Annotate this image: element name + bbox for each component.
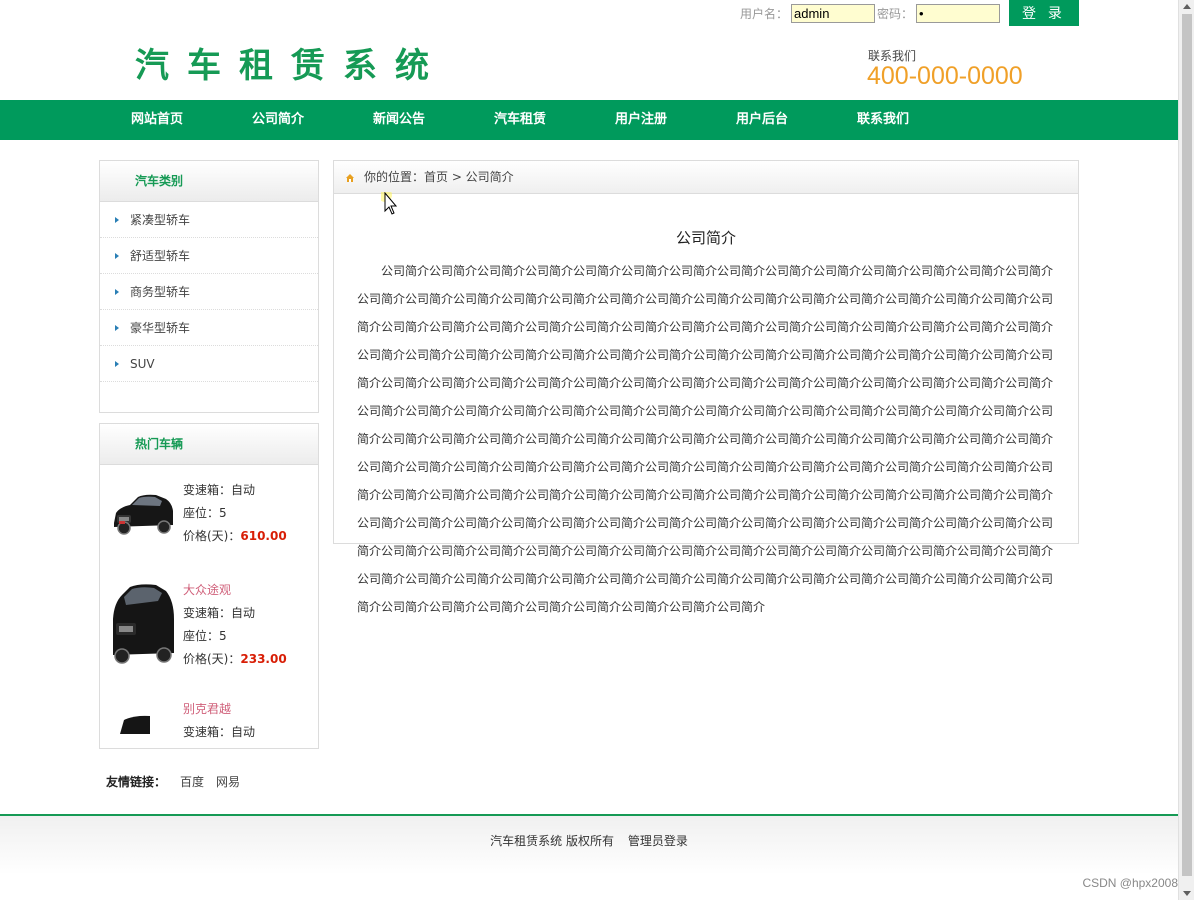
car-seats: 座位：5 [183, 629, 227, 643]
scroll-up-icon[interactable] [1183, 4, 1191, 9]
admin-login-link[interactable]: 管理员登录 [628, 834, 688, 848]
category-label: SUV [130, 357, 155, 371]
category-item[interactable]: SUV [100, 346, 318, 382]
category-box: 汽车类别 紧凑型轿车 舒适型轿车 商务型轿车 豪华型轿车 SUV [99, 160, 319, 413]
friendly-links: 友情链接： 百度 网易 [106, 773, 240, 790]
car-name[interactable]: 别克君越 [183, 700, 231, 717]
login-bar: 用户名： 密码： 登 录 [740, 0, 1079, 26]
scrollbar[interactable] [1178, 0, 1194, 900]
arrow-icon [115, 253, 119, 259]
category-label: 豪华型轿车 [130, 321, 191, 335]
car-gearbox: 变速箱：自动 [183, 725, 256, 739]
car-gearbox: 变速箱：自动 [183, 606, 256, 620]
username-input[interactable] [791, 3, 876, 23]
car-price: 610.00 [240, 529, 287, 543]
nav-item-home[interactable]: 网站首页 [131, 100, 183, 140]
mouse-cursor-icon [381, 192, 397, 215]
category-label: 舒适型轿车 [130, 249, 191, 263]
car-name[interactable]: 大众途观 [183, 581, 231, 598]
arrow-icon [115, 217, 119, 223]
password-label: 密码： [877, 6, 914, 21]
category-item[interactable]: 商务型轿车 [100, 274, 318, 310]
arrow-icon [115, 289, 119, 295]
page-title: 公司简介 [675, 229, 736, 247]
category-item[interactable]: 紧凑型轿车 [100, 202, 318, 238]
home-icon [346, 174, 354, 182]
nav-item-about[interactable]: 公司简介 [252, 100, 304, 140]
category-label: 紧凑型轿车 [130, 213, 191, 227]
car-price: 233.00 [240, 652, 287, 666]
link-baidu[interactable]: 百度 [180, 773, 204, 790]
nav-item-contact[interactable]: 联系我们 [857, 100, 909, 140]
car-price-line: 价格(天)：233.00 [183, 650, 287, 667]
login-button[interactable]: 登 录 [1009, 0, 1079, 26]
breadcrumb-text: 你的位置：首页 > 公司简介 [364, 170, 514, 184]
watermark: CSDN @hpx2008 [1082, 876, 1178, 890]
category-label: 商务型轿车 [130, 285, 191, 299]
page-body: 公司简介公司简介公司简介公司简介公司简介公司简介公司简介公司简介公司简介公司简介… [357, 264, 1054, 614]
contact-phone: 400-000-0000 [867, 62, 1023, 90]
car-gearbox: 变速箱：自动 [183, 483, 256, 497]
footer: 汽车租赁系统 版权所有 管理员登录 [0, 814, 1178, 900]
hot-cars-list: 变速箱：自动 座位：5 价格(天)：610.00 大众途观 变速箱：自动 座位：… [100, 465, 318, 749]
nav-item-rental[interactable]: 汽车租赁 [494, 100, 546, 140]
friendly-links-label: 友情链接： [106, 775, 167, 789]
car-seats: 座位：5 [183, 506, 227, 520]
arrow-icon [115, 325, 119, 331]
category-item[interactable]: 豪华型轿车 [100, 310, 318, 346]
password-input[interactable] [916, 3, 1001, 23]
category-item[interactable]: 舒适型轿车 [100, 238, 318, 274]
scroll-down-icon[interactable] [1183, 891, 1191, 896]
suv-car-image[interactable] [110, 579, 176, 669]
category-title: 汽车类别 [100, 161, 318, 202]
price-label: 价格(天)： [183, 652, 241, 666]
main-nav: 网站首页 公司简介 新闻公告 汽车租赁 用户注册 用户后台 联系我们 [0, 100, 1178, 140]
hot-cars-title: 热门车辆 [100, 424, 318, 465]
site-logo: 汽车租赁系统 [135, 46, 447, 86]
username-label: 用户名： [740, 6, 789, 21]
hot-cars-box: 热门车辆 变速箱：自动 座位：5 价格(天)：610.00 大众途观 变速箱：自… [99, 423, 319, 749]
price-label: 价格(天)： [183, 529, 241, 543]
breadcrumb: 你的位置：首页 > 公司简介 [334, 161, 1078, 194]
nav-item-news[interactable]: 新闻公告 [373, 100, 425, 140]
scroll-thumb[interactable] [1182, 14, 1192, 876]
link-netease[interactable]: 网易 [216, 773, 240, 790]
content-panel: 你的位置：首页 > 公司简介 公司简介 公司简介公司简介公司简介公司简介公司简介… [333, 160, 1079, 614]
car-image[interactable] [110, 714, 176, 734]
nav-item-user-center[interactable]: 用户后台 [736, 100, 788, 140]
nav-item-register[interactable]: 用户注册 [615, 100, 667, 140]
car-price-line: 价格(天)：610.00 [183, 527, 287, 544]
footer-text: 汽车租赁系统 版权所有 管理员登录 [0, 832, 1178, 849]
sedan-car-image[interactable] [110, 479, 176, 541]
arrow-icon [115, 361, 119, 367]
copyright: 汽车租赁系统 版权所有 [490, 834, 614, 848]
